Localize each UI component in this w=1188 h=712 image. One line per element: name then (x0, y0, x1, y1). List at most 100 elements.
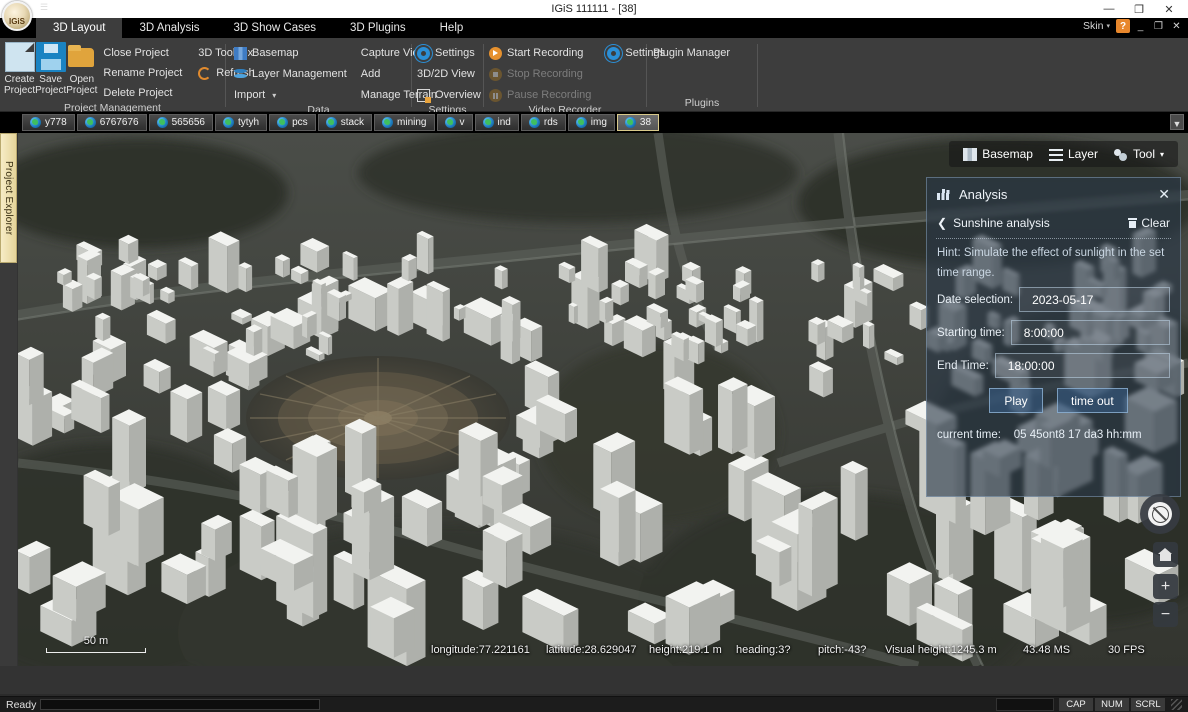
tab-3d-layout[interactable]: 3D Layout (36, 18, 123, 38)
resize-grip-icon[interactable] (1171, 699, 1182, 710)
overlay-layer-button[interactable]: Layer (1048, 147, 1098, 161)
layer-tab-y778[interactable]: y778 (22, 114, 75, 131)
tools-icon (1113, 148, 1128, 161)
window-maximize-button[interactable]: ❐ (1124, 0, 1154, 18)
save-project-button[interactable]: Save Project (35, 42, 66, 96)
globe-icon (528, 117, 540, 128)
time-out-button[interactable]: time out (1057, 388, 1128, 413)
overlay-layer-label: Layer (1067, 147, 1098, 161)
start-recording-button[interactable]: Start Recording (489, 44, 595, 62)
rename-project-button[interactable]: Rename Project (103, 64, 186, 82)
globe-icon (84, 117, 96, 128)
compass-icon (1148, 502, 1172, 526)
layer-tab-mining[interactable]: mining (374, 114, 435, 131)
end-time-input[interactable]: 18:00:00 (994, 353, 1170, 378)
3d-map-viewport[interactable]: Basemap Layer Tool ▾ Analysis ✕ ❮ Sunshi… (18, 133, 1188, 666)
layer-tab-pcs[interactable]: pcs (269, 114, 316, 131)
home-icon (1158, 548, 1173, 561)
end-time-label: End Time: (937, 359, 989, 372)
overlay-tool-button[interactable]: Tool ▾ (1113, 147, 1164, 161)
clear-button[interactable]: Clear (1128, 216, 1170, 230)
tab-3d-show-cases[interactable]: 3D Show Cases (217, 18, 333, 38)
globe-icon (156, 117, 168, 128)
app-logo-icon: IGiS (2, 1, 32, 31)
globe-icon (575, 117, 587, 128)
fps-readout: 30 FPS (1108, 643, 1145, 656)
zoom-in-button[interactable]: + (1153, 574, 1178, 599)
delete-project-button[interactable]: Delete Project (103, 84, 186, 102)
layer-tab-img[interactable]: img (567, 114, 615, 131)
tab-help[interactable]: Help (423, 18, 481, 38)
ribbon-group-project-management: Create Project Save Project Open Project… (0, 38, 255, 114)
layer-tab-label: 565656 (171, 117, 205, 128)
create-project-button[interactable]: Create Project (4, 42, 35, 96)
overview-label: Overview (435, 89, 481, 101)
layer-tab-6767676[interactable]: 6767676 (76, 114, 147, 131)
date-selection-input[interactable]: 2023-05-17 (1019, 287, 1170, 312)
layer-tab-rds[interactable]: rds (520, 114, 566, 131)
open-project-button[interactable]: Open Project (66, 42, 97, 96)
compass-widget[interactable] (1140, 494, 1180, 534)
play-button[interactable]: Play (989, 388, 1043, 413)
layer-tab-label: img (590, 117, 607, 128)
starting-time-row: Starting time: 8:00:00 (927, 316, 1180, 349)
project-explorer-tab[interactable]: Project Explorer (0, 133, 17, 263)
open-project-label-2: Project (66, 85, 98, 96)
settings-button[interactable]: Settings (417, 44, 485, 62)
plugin-manager-button[interactable]: Plugin Manager (653, 44, 734, 62)
3d-2d-view-button[interactable]: 3D/2D View (417, 65, 485, 83)
current-time-value: 05 45ont8 17 da3 hh:mm (1013, 429, 1142, 441)
ms-readout: 43.48 MS (1023, 643, 1071, 656)
zoom-out-button[interactable]: − (1153, 602, 1178, 627)
layer-tab-label: tytyh (238, 117, 260, 128)
import-caret-icon[interactable]: ▾ (272, 91, 276, 100)
tab-3d-plugins[interactable]: 3D Plugins (333, 18, 423, 38)
open-folder-icon (67, 42, 97, 72)
chevron-down-icon[interactable]: ▾ (1160, 150, 1164, 159)
skin-label[interactable]: Skin (1083, 20, 1103, 32)
skin-caret-icon[interactable]: ▾ (1106, 22, 1110, 30)
project-explorer-label: Project Explorer (3, 160, 14, 236)
home-view-button[interactable] (1153, 542, 1178, 567)
pause-icon (489, 88, 502, 102)
heading-readout: heading:3? (736, 643, 791, 656)
application-window: IGiS 111111 - [38] — ❐ ✕ IGiS ☰ 3D Layou… (0, 0, 1188, 712)
layer-tab-close-button[interactable]: ▼ (1170, 114, 1184, 130)
starting-time-input[interactable]: 8:00:00 (1010, 320, 1170, 345)
layer-tab-label: rds (543, 117, 558, 128)
chart-icon (937, 188, 951, 200)
layer-tab-stack[interactable]: stack (317, 114, 373, 131)
pitch-readout: pitch:-43? (818, 643, 867, 656)
layer-tab-label: v (459, 117, 465, 128)
group-label-plugins: Plugins (684, 97, 720, 109)
map-status-line: longitude:77.221161 latitude:28.629047 h… (18, 641, 1188, 658)
back-chevron-icon[interactable]: ❮ (937, 216, 947, 230)
window-close-button[interactable]: ✕ (1154, 0, 1184, 18)
close-project-button[interactable]: Close Project (103, 44, 186, 62)
basemap-button[interactable]: Basemap (234, 44, 351, 62)
ribbon-close-button[interactable]: ✕ (1169, 21, 1184, 32)
status-progress-bar (40, 699, 320, 710)
height-readout: height:219.1 m (649, 643, 722, 656)
import-button[interactable]: Import ▾ (234, 86, 351, 104)
tab-3d-analysis[interactable]: 3D Analysis (122, 18, 216, 38)
overlay-basemap-button[interactable]: Basemap (963, 147, 1033, 161)
ribbon-minimize-button[interactable]: _ (1133, 21, 1148, 32)
help-button[interactable]: ? (1116, 19, 1130, 33)
ribbon-group-data: Basemap Layer Management Import ▾ Captur… (226, 38, 437, 116)
ribbon-restore-button[interactable]: ❐ (1151, 21, 1166, 32)
layer-tab-565656[interactable]: 565656 (148, 114, 213, 131)
layer-tab-v[interactable]: v (436, 114, 473, 131)
analysis-panel-title: Analysis (959, 186, 1008, 202)
overview-button[interactable]: Overview (417, 86, 485, 104)
layers-icon (234, 68, 247, 81)
quick-access-toolbar-caret-icon[interactable]: ☰ (40, 2, 48, 13)
floppy-disk-icon (35, 42, 66, 72)
layer-tab-38[interactable]: 38 (616, 114, 660, 131)
window-minimize-button[interactable]: — (1094, 0, 1124, 18)
close-icon[interactable]: ✕ (1158, 186, 1170, 203)
window-title: IGiS 111111 - [38] (551, 3, 637, 15)
layer-tab-tytyh[interactable]: tytyh (215, 114, 268, 131)
layer-tab-ind[interactable]: ind (474, 114, 519, 131)
layer-management-button[interactable]: Layer Management (234, 65, 351, 83)
